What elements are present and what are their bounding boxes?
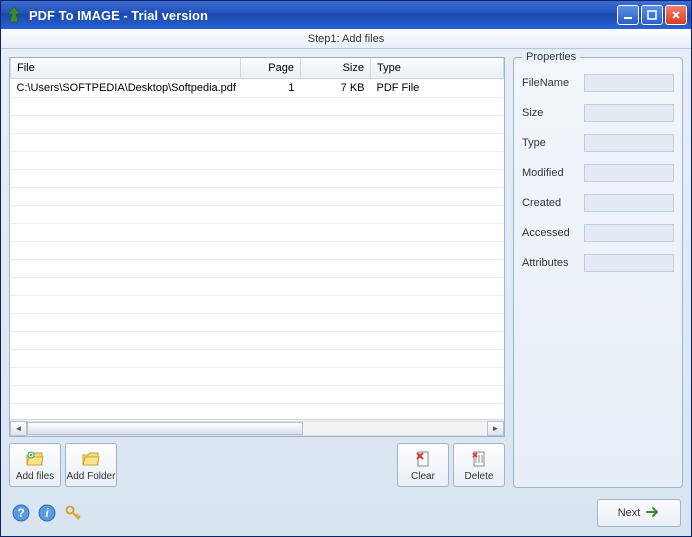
accessed-label: Accessed xyxy=(522,227,578,239)
scroll-right-icon[interactable]: ► xyxy=(487,421,504,436)
scroll-track[interactable] xyxy=(27,421,487,436)
titlebar: PDF To IMAGE - Trial version xyxy=(1,1,691,29)
footer-icons: ? i xyxy=(11,503,83,523)
app-icon xyxy=(5,6,23,24)
close-button[interactable] xyxy=(665,5,687,25)
add-folder-button[interactable]: Add Folder xyxy=(65,443,117,487)
window-controls xyxy=(617,5,687,25)
delete-button[interactable]: Delete xyxy=(453,443,505,487)
prop-accessed: Accessed xyxy=(522,224,674,242)
step-label: Step1: Add files xyxy=(1,29,691,49)
prop-size: Size xyxy=(522,104,674,122)
modified-label: Modified xyxy=(522,167,578,179)
main-window: PDF To IMAGE - Trial version Step1: Add … xyxy=(0,0,692,537)
prop-attributes: Attributes xyxy=(522,254,674,272)
clear-button[interactable]: Clear xyxy=(397,443,449,487)
column-header-size[interactable]: Size xyxy=(301,58,371,78)
accessed-field xyxy=(584,224,674,242)
attributes-label: Attributes xyxy=(522,257,578,269)
add-button-group: Add files Add Folder xyxy=(9,443,117,487)
scroll-left-icon[interactable]: ◄ xyxy=(10,421,27,436)
left-pane: File Page Size Type C:\Users\SOFTPEDIA\D… xyxy=(9,57,505,488)
scroll-thumb[interactable] xyxy=(27,422,303,435)
delete-label: Delete xyxy=(465,471,494,482)
properties-title: Properties xyxy=(522,51,580,63)
type-label: Type xyxy=(522,137,578,149)
add-file-icon xyxy=(25,449,45,469)
add-folder-label: Add Folder xyxy=(67,471,116,482)
add-files-button[interactable]: Add files xyxy=(9,443,61,487)
properties-panel: Properties FileName Size Type Modified C… xyxy=(513,57,683,488)
type-field xyxy=(584,134,674,152)
created-label: Created xyxy=(522,197,578,209)
cell-type: PDF File xyxy=(371,78,504,97)
clear-label: Clear xyxy=(411,471,435,482)
modified-field xyxy=(584,164,674,182)
cell-page: 1 xyxy=(241,78,301,97)
filename-label: FileName xyxy=(522,77,578,89)
remove-button-group: Clear Delete xyxy=(397,443,505,487)
cell-size: 7 KB xyxy=(301,78,371,97)
filename-field xyxy=(584,74,674,92)
next-button[interactable]: Next xyxy=(597,499,681,527)
minimize-button[interactable] xyxy=(617,5,639,25)
created-field xyxy=(584,194,674,212)
clear-icon xyxy=(413,449,433,469)
cell-file: C:\Users\SOFTPEDIA\Desktop\Softpedia.pdf xyxy=(11,78,241,97)
prop-filename: FileName xyxy=(522,74,674,92)
maximize-button[interactable] xyxy=(641,5,663,25)
info-icon[interactable]: i xyxy=(37,503,57,523)
column-header-page[interactable]: Page xyxy=(241,58,301,78)
arrow-right-icon xyxy=(646,506,660,521)
toolbar: Add files Add Folder Clear xyxy=(9,443,505,487)
column-header-type[interactable]: Type xyxy=(371,58,504,78)
next-label: Next xyxy=(618,507,641,519)
window-title: PDF To IMAGE - Trial version xyxy=(29,8,617,23)
table-row[interactable]: C:\Users\SOFTPEDIA\Desktop\Softpedia.pdf… xyxy=(11,78,504,97)
prop-type: Type xyxy=(522,134,674,152)
svg-text:?: ? xyxy=(17,506,24,520)
footer: ? i Next xyxy=(1,496,691,536)
delete-icon xyxy=(469,449,489,469)
content-area: File Page Size Type C:\Users\SOFTPEDIA\D… xyxy=(1,49,691,496)
horizontal-scrollbar[interactable]: ◄ ► xyxy=(10,419,504,436)
size-field xyxy=(584,104,674,122)
column-header-file[interactable]: File xyxy=(11,58,241,78)
file-table: File Page Size Type C:\Users\SOFTPEDIA\D… xyxy=(9,57,505,437)
prop-modified: Modified xyxy=(522,164,674,182)
prop-created: Created xyxy=(522,194,674,212)
size-label: Size xyxy=(522,107,578,119)
key-icon[interactable] xyxy=(63,503,83,523)
add-files-label: Add files xyxy=(16,471,54,482)
folder-icon xyxy=(81,449,101,469)
attributes-field xyxy=(584,254,674,272)
help-icon[interactable]: ? xyxy=(11,503,31,523)
table-header-row: File Page Size Type xyxy=(11,58,504,78)
empty-table-area xyxy=(10,98,504,420)
